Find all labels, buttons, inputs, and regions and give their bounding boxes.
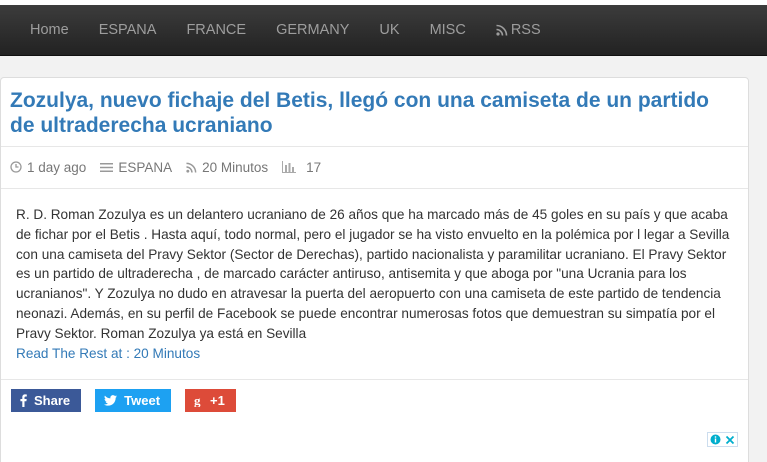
meta-time: 1 day ago bbox=[10, 160, 86, 175]
article-text: R. D. Roman Zozulya es un delantero ucra… bbox=[16, 207, 730, 341]
info-icon[interactable] bbox=[708, 433, 723, 446]
twitter-icon bbox=[104, 395, 118, 406]
title-divider bbox=[1, 146, 748, 147]
twitter-tweet-label: Tweet bbox=[124, 393, 161, 408]
article-meta: 1 day ago ESPANA 20 Minutos 17 bbox=[10, 157, 335, 177]
meta-time-label: 1 day ago bbox=[27, 159, 87, 175]
body-divider bbox=[1, 379, 748, 380]
top-navbar: Home ESPANA FRANCE GERMANY UK MISC RSS bbox=[0, 5, 767, 56]
article-panel: Zozulya, nuevo fichaje del Betis, llegó … bbox=[0, 77, 749, 462]
svg-text:g: g bbox=[194, 394, 201, 407]
article-body: R. D. Roman Zozulya es un delantero ucra… bbox=[16, 205, 736, 363]
meta-category-label: ESPANA bbox=[118, 159, 173, 175]
rss-icon bbox=[496, 24, 508, 36]
adchoices-badge[interactable] bbox=[707, 432, 738, 447]
article-title[interactable]: Zozulya, nuevo fichaje del Betis, llegó … bbox=[10, 88, 710, 138]
close-icon[interactable] bbox=[723, 433, 738, 446]
twitter-tweet-button[interactable]: Tweet bbox=[95, 389, 172, 412]
meta-source[interactable]: 20 Minutos bbox=[186, 160, 268, 175]
googleplus-button[interactable]: g +1 bbox=[185, 389, 236, 412]
google-plus-icon: g bbox=[194, 394, 201, 407]
meta-source-label: 20 Minutos bbox=[202, 159, 269, 175]
bar-chart-icon bbox=[282, 161, 297, 173]
list-icon bbox=[100, 162, 114, 172]
nav-home[interactable]: Home bbox=[15, 5, 84, 56]
nav-espana[interactable]: ESPANA bbox=[84, 5, 172, 56]
meta-views: 17 bbox=[282, 160, 321, 175]
googleplus-label: +1 bbox=[210, 393, 225, 408]
nav-uk[interactable]: UK bbox=[364, 5, 414, 56]
nav-germany[interactable]: GERMANY bbox=[261, 5, 364, 56]
facebook-share-label: Share bbox=[34, 393, 71, 408]
clock-icon bbox=[10, 161, 22, 173]
nav-rss[interactable]: RSS bbox=[481, 5, 556, 56]
facebook-icon bbox=[20, 394, 27, 407]
meta-category[interactable]: ESPANA bbox=[100, 160, 172, 175]
nav-france[interactable]: FRANCE bbox=[171, 5, 261, 56]
rss-icon bbox=[186, 162, 197, 173]
meta-views-count: 17 bbox=[306, 159, 322, 175]
meta-divider bbox=[1, 188, 748, 189]
nav-rss-label: RSS bbox=[510, 22, 541, 38]
share-buttons: Share Tweet g +1 bbox=[11, 389, 250, 412]
facebook-share-button[interactable]: Share bbox=[11, 389, 82, 412]
nav-misc[interactable]: MISC bbox=[415, 5, 481, 56]
read-more-link[interactable]: Read The Rest at : 20 Minutos bbox=[16, 346, 200, 361]
